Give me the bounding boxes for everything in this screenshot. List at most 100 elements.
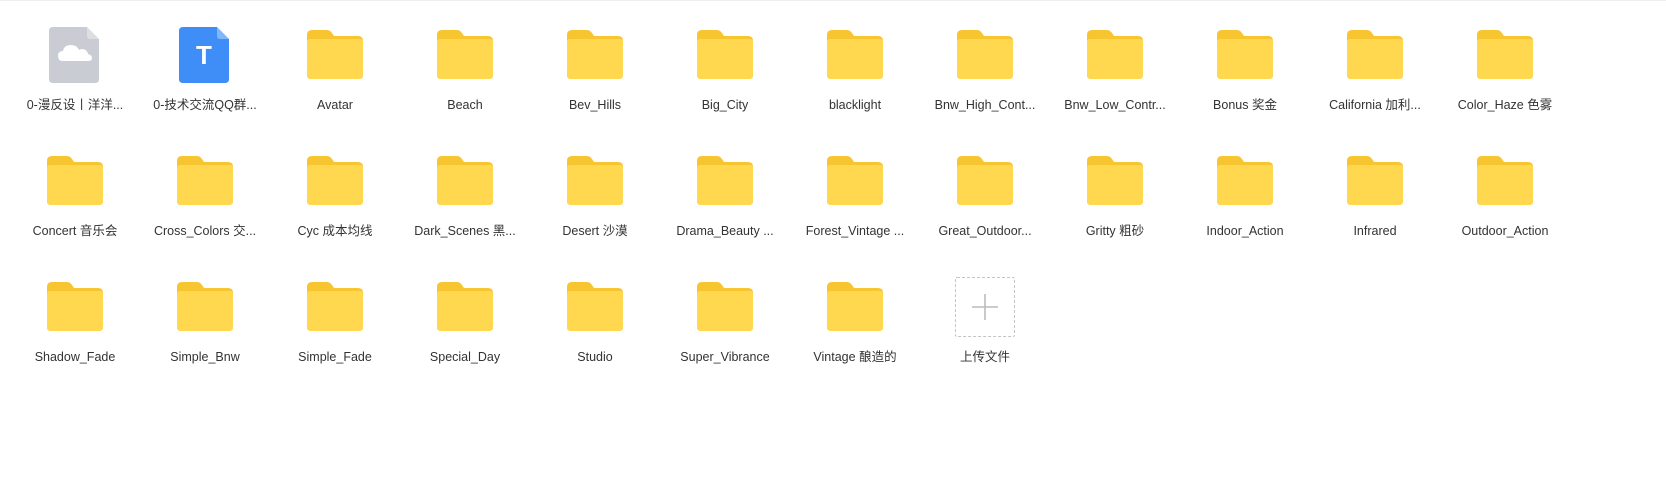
item-label: Great_Outdoor...	[938, 224, 1032, 238]
item-label: Cross_Colors 交...	[153, 224, 257, 238]
folder-item[interactable]: Forest_Vintage ...	[790, 137, 920, 263]
folder-item[interactable]: Avatar	[270, 11, 400, 137]
item-label: Studio	[577, 350, 613, 364]
folder-item[interactable]: Gritty 粗砂	[1050, 137, 1180, 263]
folder-item[interactable]: Cross_Colors 交...	[140, 137, 270, 263]
item-label: Infrared	[1353, 224, 1397, 238]
folder-icon	[1475, 151, 1535, 211]
folder-icon	[825, 151, 885, 211]
folder-item[interactable]: Cyc 成本均线	[270, 137, 400, 263]
folder-icon	[1085, 151, 1145, 211]
folder-item[interactable]: Shadow_Fade	[10, 263, 140, 389]
folder-item[interactable]: Bnw_High_Cont...	[920, 11, 1050, 137]
folder-icon	[45, 151, 105, 211]
upload-label: 上传文件	[959, 350, 1010, 364]
folder-item[interactable]: Color_Haze 色雾	[1440, 11, 1570, 137]
item-label: Super_Vibrance	[680, 350, 770, 364]
item-label: Simple_Bnw	[170, 350, 240, 364]
item-label: Indoor_Action	[1206, 224, 1284, 238]
folder-icon	[175, 277, 235, 337]
folder-item[interactable]: Beach	[400, 11, 530, 137]
file-grid: 0-漫反设丨洋洋... T 0-技术交流QQ群... Avatar Beach Bev_H…	[10, 11, 1570, 389]
item-label: Bev_Hills	[568, 98, 622, 112]
folder-item[interactable]: Indoor_Action	[1180, 137, 1310, 263]
file-type-glyph: T	[196, 40, 212, 70]
top-divider	[0, 0, 1666, 1]
upload-box	[955, 277, 1015, 337]
folder-icon	[435, 25, 495, 85]
folder-item[interactable]: Bnw_Low_Contr...	[1050, 11, 1180, 137]
item-label: Bnw_Low_Contr...	[1064, 98, 1166, 112]
folder-item[interactable]: Bonus 奖金	[1180, 11, 1310, 137]
plus-icon	[972, 294, 998, 320]
item-label: Color_Haze 色雾	[1457, 98, 1553, 112]
folder-icon	[825, 277, 885, 337]
folder-item[interactable]: Simple_Bnw	[140, 263, 270, 389]
folder-icon	[45, 277, 105, 337]
folder-icon	[435, 277, 495, 337]
item-label: Beach	[447, 98, 483, 112]
item-label: Special_Day	[429, 350, 501, 364]
folder-icon	[565, 277, 625, 337]
item-label: Desert 沙漠	[562, 224, 628, 238]
text-file-icon: T	[175, 25, 235, 85]
folder-item[interactable]: Outdoor_Action	[1440, 137, 1570, 263]
folder-icon	[565, 151, 625, 211]
folder-icon	[695, 151, 755, 211]
item-label: Simple_Fade	[298, 350, 372, 364]
item-label: Forest_Vintage ...	[805, 224, 905, 238]
item-label: California 加利...	[1329, 98, 1421, 112]
folder-item[interactable]: Desert 沙漠	[530, 137, 660, 263]
folder-icon	[825, 25, 885, 85]
item-label: Concert 音乐会	[32, 224, 118, 238]
item-label: Vintage 酿造的	[813, 350, 897, 364]
folder-item[interactable]: Bev_Hills	[530, 11, 660, 137]
folder-item[interactable]: Studio	[530, 263, 660, 389]
folder-icon	[305, 151, 365, 211]
item-label: Gritty 粗砂	[1085, 224, 1145, 238]
item-label: Outdoor_Action	[1461, 224, 1549, 238]
folder-item[interactable]: Super_Vibrance	[660, 263, 790, 389]
item-label: Bnw_High_Cont...	[934, 98, 1036, 112]
folder-item[interactable]: Special_Day	[400, 263, 530, 389]
folder-icon	[565, 25, 625, 85]
file-item[interactable]: T 0-技术交流QQ群...	[140, 11, 270, 137]
folder-icon	[305, 25, 365, 85]
folder-item[interactable]: Dark_Scenes 黑...	[400, 137, 530, 263]
folder-item[interactable]: Infrared	[1310, 137, 1440, 263]
folder-icon	[435, 151, 495, 211]
item-label: Bonus 奖金	[1213, 98, 1277, 112]
folder-icon	[1215, 151, 1275, 211]
folder-item[interactable]: Vintage 酿造的	[790, 263, 920, 389]
item-label: Avatar	[317, 98, 353, 112]
item-label: Dark_Scenes 黑...	[414, 224, 516, 238]
item-label: Big_City	[701, 98, 749, 112]
file-item[interactable]: 0-漫反设丨洋洋...	[10, 11, 140, 137]
upload-dropzone	[955, 277, 1015, 337]
folder-item[interactable]: Great_Outdoor...	[920, 137, 1050, 263]
folder-icon	[695, 277, 755, 337]
cloud-file-icon	[45, 25, 105, 85]
folder-icon	[175, 151, 235, 211]
folder-icon	[1345, 151, 1405, 211]
folder-icon	[1215, 25, 1275, 85]
folder-item[interactable]: California 加利...	[1310, 11, 1440, 137]
folder-item[interactable]: blacklight	[790, 11, 920, 137]
item-label: Cyc 成本均线	[297, 224, 373, 238]
item-label: Drama_Beauty ...	[676, 224, 774, 238]
folder-item[interactable]: Drama_Beauty ...	[660, 137, 790, 263]
item-label: 0-漫反设丨洋洋...	[26, 98, 124, 112]
item-label: 0-技术交流QQ群...	[153, 98, 257, 112]
upload-file-button[interactable]: 上传文件	[920, 263, 1050, 389]
item-label: Shadow_Fade	[34, 350, 116, 364]
folder-item[interactable]: Big_City	[660, 11, 790, 137]
folder-icon	[695, 25, 755, 85]
item-label: blacklight	[828, 98, 882, 112]
folder-item[interactable]: Concert 音乐会	[10, 137, 140, 263]
folder-icon	[305, 277, 365, 337]
folder-icon	[1475, 25, 1535, 85]
folder-icon	[955, 25, 1015, 85]
folder-icon	[955, 151, 1015, 211]
folder-item[interactable]: Simple_Fade	[270, 263, 400, 389]
folder-icon	[1085, 25, 1145, 85]
